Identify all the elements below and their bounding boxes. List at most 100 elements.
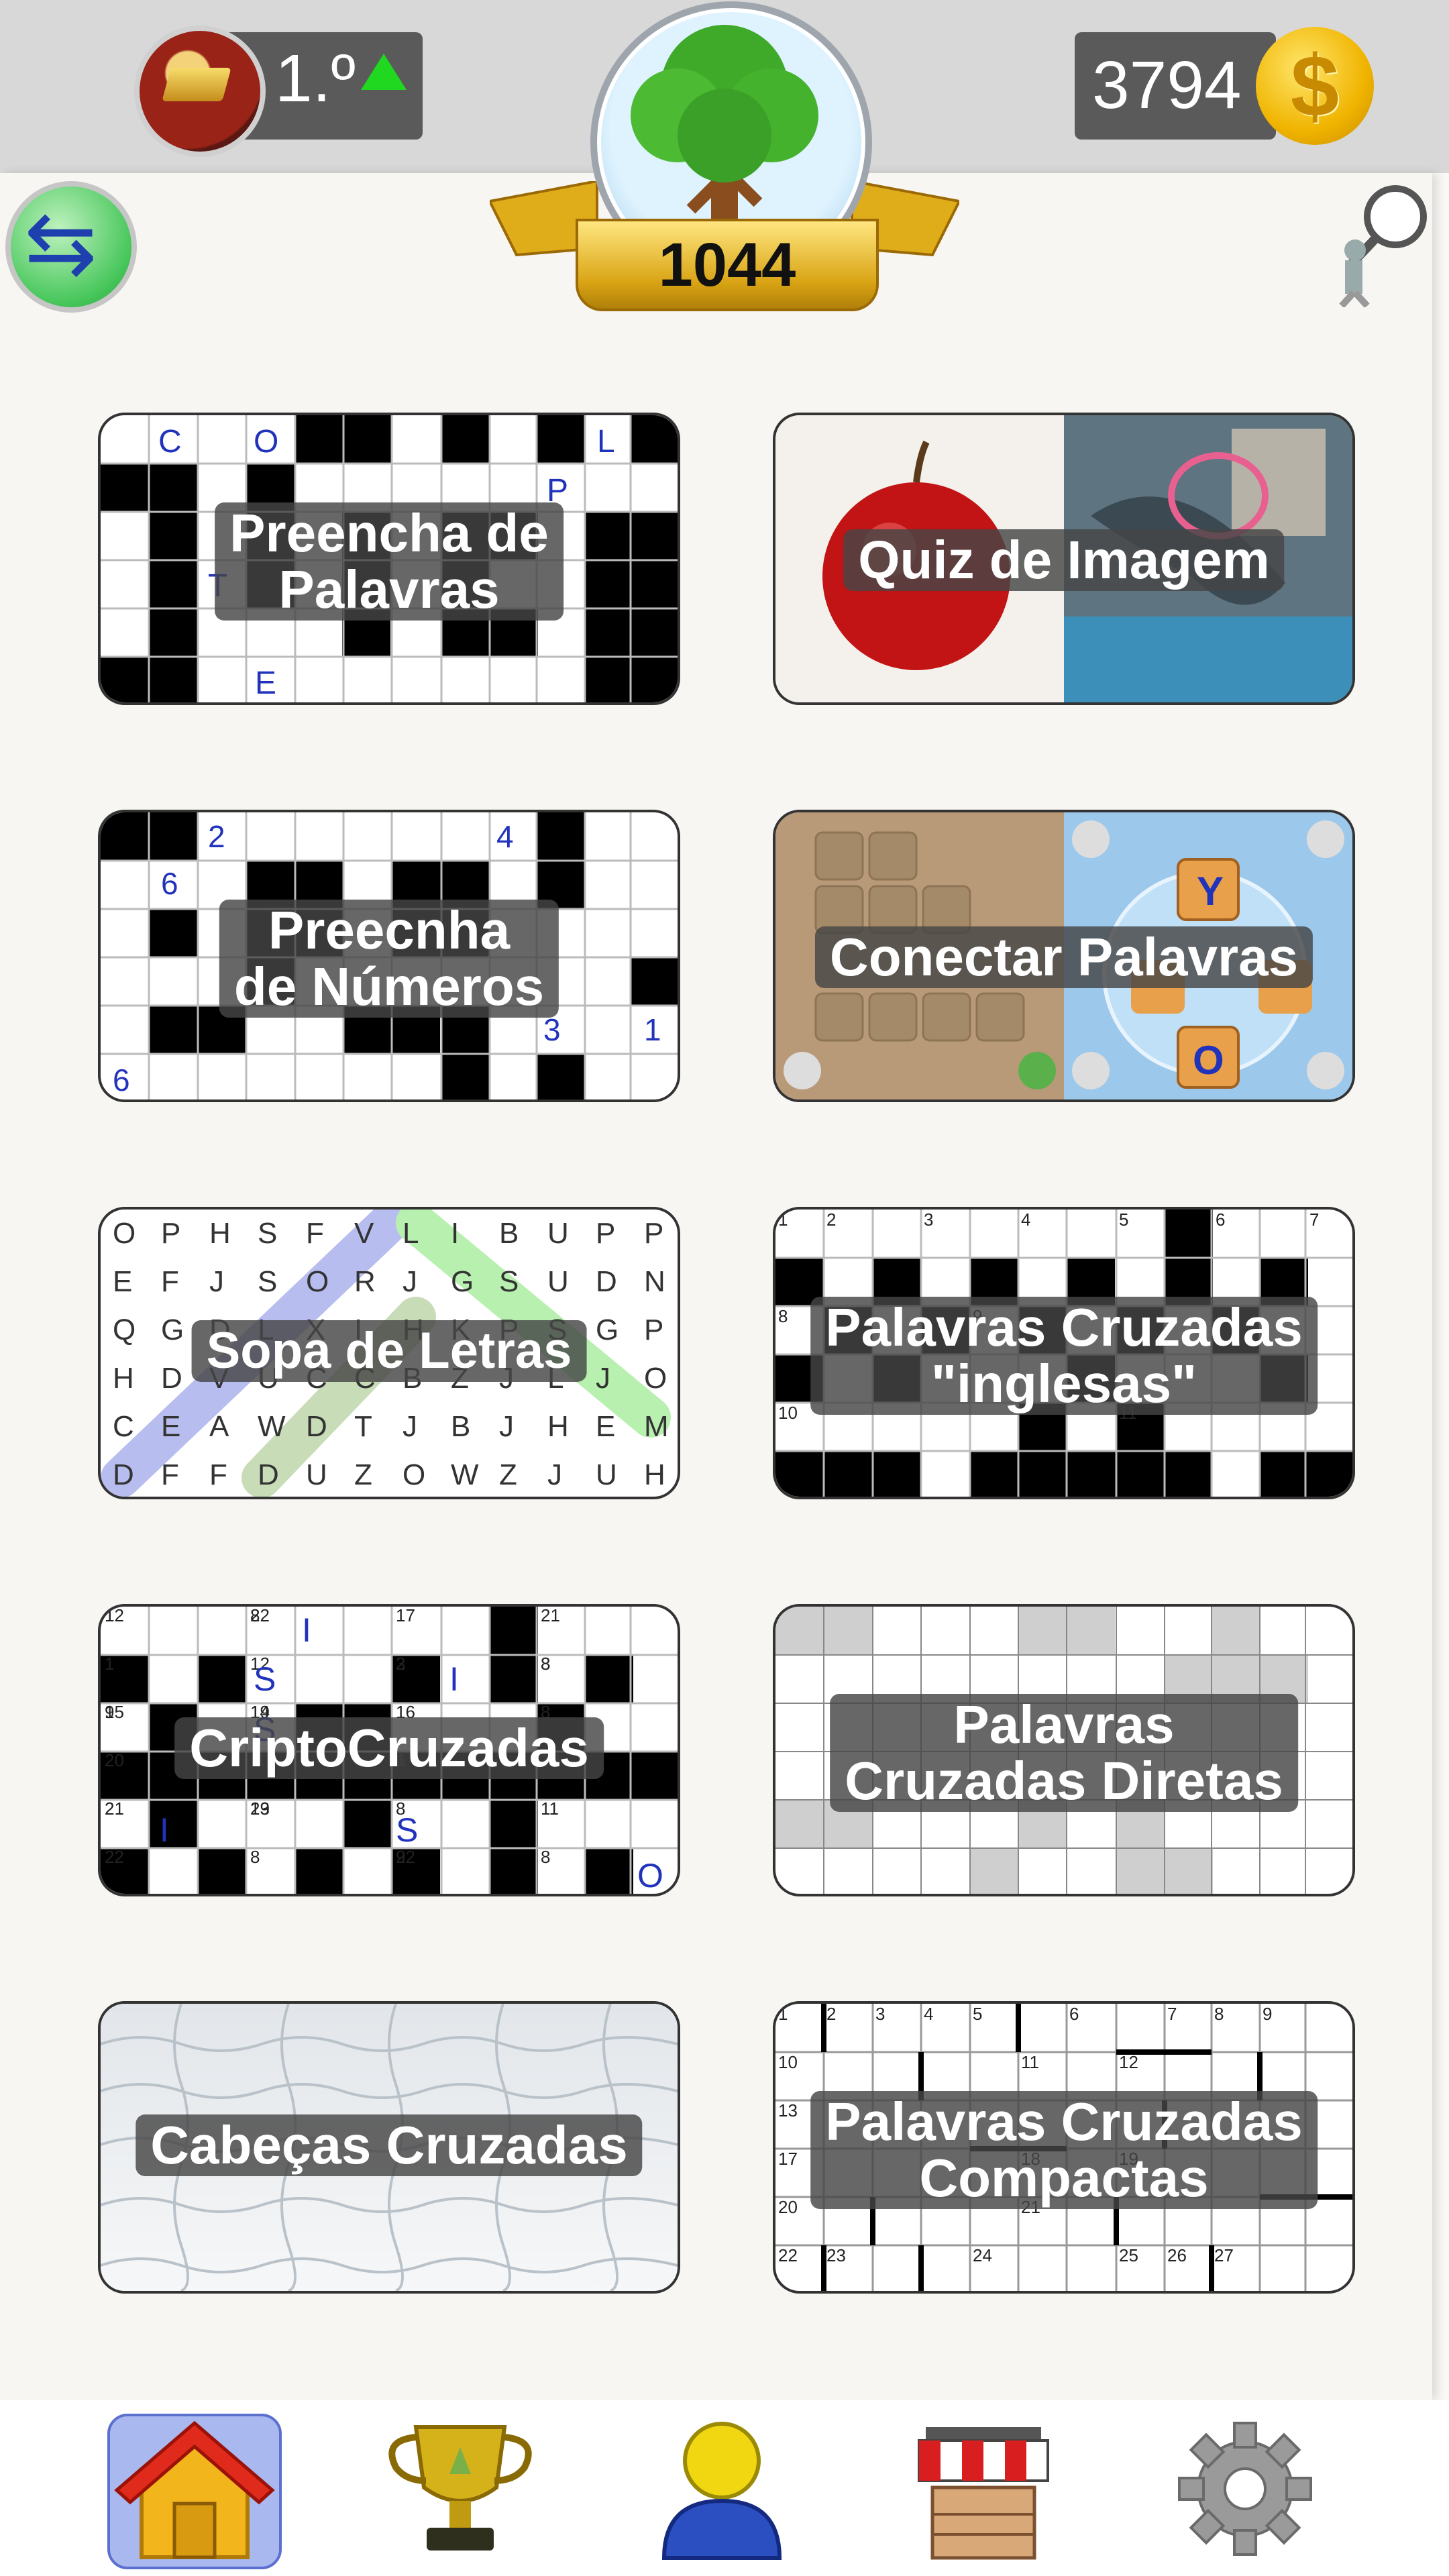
sopa-letter: H: [644, 1458, 665, 1491]
thumb-digit: 6: [113, 1063, 130, 1097]
thumb-number: 3: [924, 1210, 933, 1230]
compact-number: 8: [1214, 2004, 1224, 2024]
compact-number: 27: [1214, 2245, 1234, 2265]
cripto-number: 11: [541, 1799, 559, 1819]
game-tile-cruzadas-inglesas[interactable]: 1 2 3 4 5 6 7 8 9 10 11 Palavras Cruzada…: [773, 1207, 1355, 1499]
thumb-letter: C: [158, 424, 182, 460]
sopa-letter: S: [258, 1265, 277, 1298]
game-tile-quiz-imagem[interactable]: Quiz de Imagem: [773, 413, 1355, 705]
cripto-number: 8: [250, 1607, 260, 1625]
nav-trophy[interactable]: [376, 2414, 550, 2569]
sopa-letter: U: [596, 1458, 617, 1491]
gear-icon: [1178, 2422, 1312, 2556]
sopa-letter: G: [161, 1313, 184, 1346]
sopa-letter: R: [354, 1265, 376, 1298]
thumb-letter: Y: [1197, 869, 1224, 914]
cripto-number: 8: [541, 1654, 550, 1674]
sopa-letter: F: [161, 1265, 179, 1298]
compact-number: 13: [778, 2100, 798, 2121]
sopa-letter: J: [499, 1410, 514, 1443]
sopa-letter: G: [596, 1313, 619, 1346]
tile-label: Cabeças Cruzadas: [136, 2114, 643, 2176]
thumb-letter: S: [254, 1660, 276, 1698]
search-icon[interactable]: [1315, 180, 1436, 307]
sopa-letter: U: [547, 1265, 569, 1298]
sopa-letter: D: [596, 1265, 617, 1298]
compact-number: 10: [778, 2052, 798, 2072]
sopa-letter: H: [547, 1410, 569, 1443]
sopa-letter: P: [644, 1313, 663, 1346]
sopa-letter: J: [596, 1362, 610, 1395]
cripto-number: 3: [396, 1654, 405, 1674]
tile-label: Palavras Cruzadas Compactas: [810, 2091, 1318, 2209]
compact-number: 17: [778, 2149, 798, 2169]
thumb-letter: I: [302, 1611, 311, 1649]
sopa-letter: E: [596, 1410, 615, 1443]
home-icon: [114, 2420, 275, 2559]
tile-label-line: Palavras: [953, 1695, 1175, 1754]
sopa-letter: O: [644, 1362, 667, 1395]
tile-label: Quiz de Imagem: [843, 529, 1285, 591]
cripto-number: 23: [250, 1799, 270, 1819]
rank-medal-icon[interactable]: [134, 25, 266, 157]
game-tile-conectar-palavras[interactable]: Y O Conectar Palavras: [773, 810, 1355, 1102]
nav-profile[interactable]: [637, 2414, 812, 2569]
coin-icon[interactable]: $: [1256, 27, 1374, 145]
thumb-number: 5: [1119, 1210, 1128, 1230]
sopa-letter: A: [209, 1410, 229, 1443]
tile-label-line: Palavras Cruzadas: [825, 1297, 1303, 1357]
thumb-digit: 6: [161, 866, 178, 901]
sopa-letter: S: [499, 1265, 519, 1298]
sopa-letter: O: [402, 1458, 425, 1491]
sopa-letter: J: [402, 1265, 417, 1298]
tile-label-line: Palavras: [278, 559, 500, 619]
thumb-digit: 2: [208, 819, 225, 854]
tile-label-line: de Números: [233, 957, 545, 1016]
compact-number: 7: [1167, 2004, 1177, 2024]
sopa-letter: J: [402, 1410, 417, 1443]
compact-number: 24: [973, 2245, 992, 2265]
compact-number: 22: [778, 2245, 798, 2265]
compact-number: 2: [826, 2004, 836, 2024]
thumb-letter: L: [597, 424, 615, 460]
thumb-letter: E: [255, 665, 276, 701]
game-tile-sopa-letras[interactable]: OPHSFVLIBUPPEFJSORJGSUDNQGDLXIHKPSGPHDVU…: [98, 1207, 680, 1499]
tile-label-line: Preencha de: [229, 503, 549, 563]
game-tile-preencha-numeros[interactable]: 2 4 6 3 1 6 Preecnha de Números: [98, 810, 680, 1102]
game-tile-preencha-palavras[interactable]: C O L P T E Preencha de Palavras: [98, 413, 680, 705]
sopa-letter: U: [547, 1217, 569, 1250]
sopa-letter: D: [161, 1362, 182, 1395]
compact-number: 6: [1069, 2004, 1079, 2024]
sopa-letter: O: [306, 1265, 329, 1298]
compact-number: 26: [1167, 2245, 1187, 2265]
nav-home[interactable]: [107, 2414, 282, 2569]
swap-icon[interactable]: [5, 181, 137, 313]
tile-label-line: "inglesas": [930, 1354, 1197, 1413]
sopa-letter: W: [258, 1410, 286, 1443]
tile-label-line: Palavras Cruzadas: [825, 2092, 1303, 2151]
tile-label: Conectar Palavras: [814, 926, 1313, 988]
game-tile-cruzadas-diretas[interactable]: Palavras Cruzadas Diretas: [773, 1604, 1355, 1896]
thumb-number: 6: [1216, 1210, 1225, 1230]
nav-settings[interactable]: [1161, 2414, 1335, 2569]
game-tile-cruzadas-compactas[interactable]: 123456789101112131718192021222324252627 …: [773, 2001, 1355, 2294]
thumb-letter: O: [637, 1857, 663, 1894]
sopa-letter: J: [547, 1458, 562, 1491]
game-tile-criptocruzadas[interactable]: 1222172118281123815191689141122010619219…: [98, 1604, 680, 1896]
compact-number: 25: [1119, 2245, 1138, 2265]
sopa-letter: B: [499, 1217, 519, 1250]
sopa-letter: D: [306, 1410, 327, 1443]
coin-symbol: $: [1290, 37, 1340, 135]
sopa-letter: D: [258, 1458, 279, 1491]
sopa-letter: Q: [113, 1313, 136, 1346]
tile-label: Palavras Cruzadas Diretas: [830, 1694, 1298, 1812]
nav-shop[interactable]: [899, 2414, 1073, 2569]
compact-number: 11: [1021, 2052, 1039, 2072]
thumb-letter: I: [449, 1660, 459, 1698]
sopa-letter: H: [113, 1362, 134, 1395]
sopa-letter: Z: [354, 1458, 372, 1491]
tile-label-line: Conectar Palavras: [829, 927, 1299, 987]
sopa-letter: B: [451, 1410, 470, 1443]
cripto-number: 8: [541, 1847, 550, 1867]
game-tile-cabecas-cruzadas[interactable]: Cabeças Cruzadas: [98, 2001, 680, 2294]
